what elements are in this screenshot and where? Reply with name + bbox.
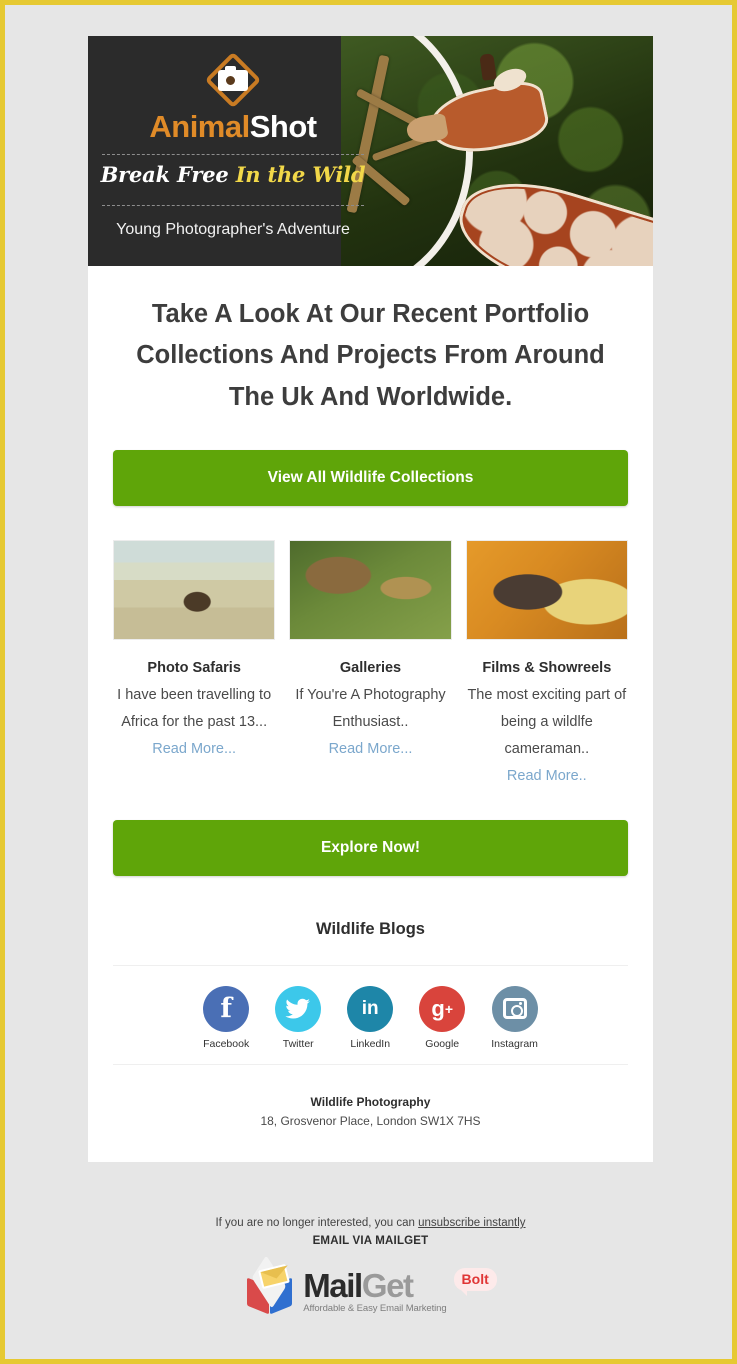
- instagram-icon: [491, 985, 538, 1032]
- mailget-name-dark: Mail: [303, 1266, 363, 1304]
- facebook-icon: f: [203, 985, 250, 1032]
- social-label: LinkedIn: [350, 1037, 391, 1050]
- mailget-logo[interactable]: MailGet Affordable & Easy Email Marketin…: [108, 1247, 633, 1318]
- company-name: Wildlife Photography: [310, 1094, 431, 1109]
- mailget-wordmark: MailGet Affordable & Easy Email Marketin…: [303, 1266, 447, 1315]
- social-link-linkedin[interactable]: in LinkedIn: [347, 985, 394, 1050]
- card-photo-safaris: Photo Safaris I have been travelling to …: [113, 539, 276, 790]
- secondary-cta-container: Explore Now!: [88, 790, 653, 876]
- google-plus-icon: g +: [419, 985, 466, 1032]
- primary-cta-container: View All Wildlife Collections: [88, 426, 653, 506]
- mailget-name-gray: Get: [361, 1266, 414, 1304]
- card-title: Galleries: [339, 659, 402, 676]
- social-label: Google: [425, 1037, 460, 1050]
- read-more-link[interactable]: Read More..: [507, 763, 587, 790]
- bison-in-field-photo: [113, 539, 276, 640]
- camera-diamond-icon: [204, 51, 262, 109]
- social-label: Twitter: [282, 1037, 314, 1050]
- unsubscribe-link[interactable]: unsubscribe instantly: [418, 1217, 525, 1229]
- email-body: AnimalShot Break Free In the Wild Young …: [88, 36, 653, 1162]
- social-icons-row: f Facebook Twitter in LinkedIn g + Google: [113, 985, 628, 1050]
- brand-name: AnimalShot: [88, 109, 378, 144]
- brand-subtitle: Young Photographer's Adventure: [116, 221, 350, 239]
- brand-name-part1: Animal: [149, 109, 250, 144]
- wildlife-blogs-heading: Wildlife Blogs: [316, 919, 425, 938]
- company-address: 18, Grosvenor Place, London SW1X 7HS: [260, 1113, 481, 1128]
- gorilla-with-straw-photo: [465, 539, 628, 640]
- tagline-yellow-part: In the Wild: [235, 162, 366, 188]
- social-link-facebook[interactable]: f Facebook: [203, 985, 250, 1050]
- twitter-icon: [275, 985, 322, 1032]
- card-description: If You're A Photography Enthusiast..: [295, 686, 446, 730]
- email-footer: If you are no longer interested, you can…: [88, 1195, 653, 1318]
- card-description: The most exciting part of being a wildlf…: [467, 686, 627, 757]
- brand-tagline: Break Free In the Wild: [88, 155, 378, 195]
- social-link-instagram[interactable]: Instagram: [491, 985, 538, 1050]
- social-link-twitter[interactable]: Twitter: [275, 985, 322, 1050]
- card-title: Photo Safaris: [147, 659, 241, 676]
- card-films-showreels: Films & Showreels The most exciting part…: [465, 539, 628, 790]
- brand-name-part2: Shot: [249, 109, 317, 144]
- giraffe-ossicone: [479, 53, 497, 81]
- email-via-label: EMAIL VIA MAILGET: [312, 1235, 429, 1247]
- social-section: f Facebook Twitter in LinkedIn g + Google: [113, 964, 628, 1065]
- collection-cards: Photo Safaris I have been travelling to …: [88, 506, 653, 790]
- deer-stag-photo: [289, 539, 452, 640]
- address-block: Wildlife Photography 18, Grosvenor Place…: [88, 1065, 653, 1162]
- giraffe-neck: [447, 163, 653, 266]
- social-link-google[interactable]: g + Google: [419, 985, 466, 1050]
- card-galleries: Galleries If You're A Photography Enthus…: [289, 539, 452, 790]
- view-all-collections-button[interactable]: View All Wildlife Collections: [113, 449, 628, 506]
- linkedin-icon: in: [347, 985, 394, 1032]
- page-background: AnimalShot Break Free In the Wild Young …: [5, 5, 732, 1359]
- unsubscribe-line: If you are no longer interested, you can…: [108, 1217, 633, 1229]
- unsubscribe-prefix: If you are no longer interested, you can: [215, 1217, 419, 1229]
- read-more-link[interactable]: Read More...: [329, 736, 413, 763]
- hero-giraffe-image: [341, 36, 653, 266]
- social-label: Facebook: [203, 1037, 250, 1050]
- email-header: AnimalShot Break Free In the Wild Young …: [88, 36, 653, 266]
- mailget-cube-icon: [244, 1255, 296, 1318]
- mailget-tagline: Affordable & Easy Email Marketing: [303, 1303, 447, 1315]
- card-description: I have been travelling to Africa for the…: [117, 686, 272, 730]
- read-more-link[interactable]: Read More...: [152, 736, 236, 763]
- bolt-label: Bolt: [453, 1268, 497, 1291]
- social-label: Instagram: [491, 1037, 538, 1050]
- mailget-bolt-badge: Bolt: [453, 1268, 497, 1291]
- card-title: Films & Showreels: [482, 659, 612, 676]
- header-brand-block: AnimalShot Break Free In the Wild Young …: [88, 36, 378, 266]
- tagline-white-part: Break Free: [100, 162, 229, 188]
- headline-text: Take A Look At Our Recent Portfolio Coll…: [136, 300, 605, 411]
- explore-now-button[interactable]: Explore Now!: [113, 819, 628, 876]
